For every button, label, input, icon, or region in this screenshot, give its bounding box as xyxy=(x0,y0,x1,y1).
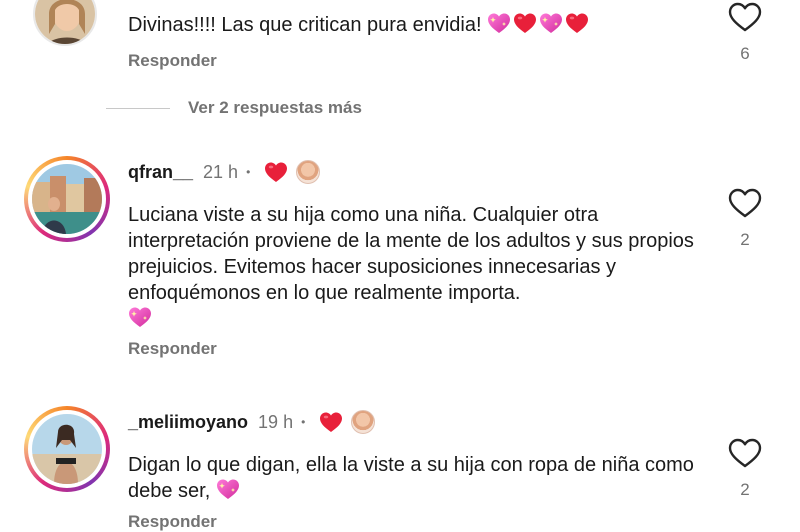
avatar[interactable] xyxy=(24,406,110,492)
username[interactable]: _meliimoyano xyxy=(128,412,248,433)
like-button[interactable] xyxy=(728,438,762,468)
red-heart-icon xyxy=(565,14,591,36)
red-heart-icon xyxy=(513,14,539,36)
comment-text: Luciana viste a su hija como una niña. C… xyxy=(128,202,718,332)
separator-dot: • xyxy=(246,165,251,179)
author-liked-heart-icon xyxy=(264,161,288,183)
comment-text: Digan lo que digan, ella la viste a su h… xyxy=(128,454,694,502)
comment-text: Divinas!!!! Las que critican pura envidi… xyxy=(128,12,718,38)
sparkling-heart-icon xyxy=(539,14,565,36)
username[interactable]: qfran__ xyxy=(128,162,193,183)
heart-outline-icon xyxy=(728,438,762,468)
reply-button[interactable]: Responder xyxy=(128,51,217,71)
separator-dot: • xyxy=(301,415,306,429)
sparkling-heart-icon xyxy=(216,480,242,502)
view-more-label: Ver 2 respuestas más xyxy=(188,98,362,117)
like-count: 6 xyxy=(740,44,750,63)
comment-meta: qfran__ 21 h • xyxy=(128,160,321,184)
heart-outline-icon xyxy=(728,188,762,218)
author-liked-heart-icon xyxy=(319,411,343,433)
reply-button[interactable]: Responder xyxy=(128,339,217,359)
avatar[interactable] xyxy=(33,0,97,46)
sparkling-heart-icon xyxy=(487,14,513,36)
author-avatar xyxy=(351,410,376,434)
like-count: 2 xyxy=(740,230,750,249)
reply-button[interactable]: Responder xyxy=(128,512,217,532)
heart-outline-icon xyxy=(728,2,762,32)
timestamp: 21 h xyxy=(203,161,239,182)
comment-meta: _meliimoyano 19 h • xyxy=(128,410,376,434)
divider-line xyxy=(106,107,170,109)
view-more-replies-button[interactable]: Ver 2 respuestas más xyxy=(106,98,362,118)
like-button[interactable] xyxy=(728,188,762,218)
author-avatar xyxy=(296,160,321,184)
like-button[interactable] xyxy=(728,2,762,32)
sparkling-heart-icon xyxy=(128,308,154,330)
avatar[interactable] xyxy=(24,156,110,242)
timestamp: 19 h xyxy=(258,411,294,432)
like-count: 2 xyxy=(740,480,750,499)
